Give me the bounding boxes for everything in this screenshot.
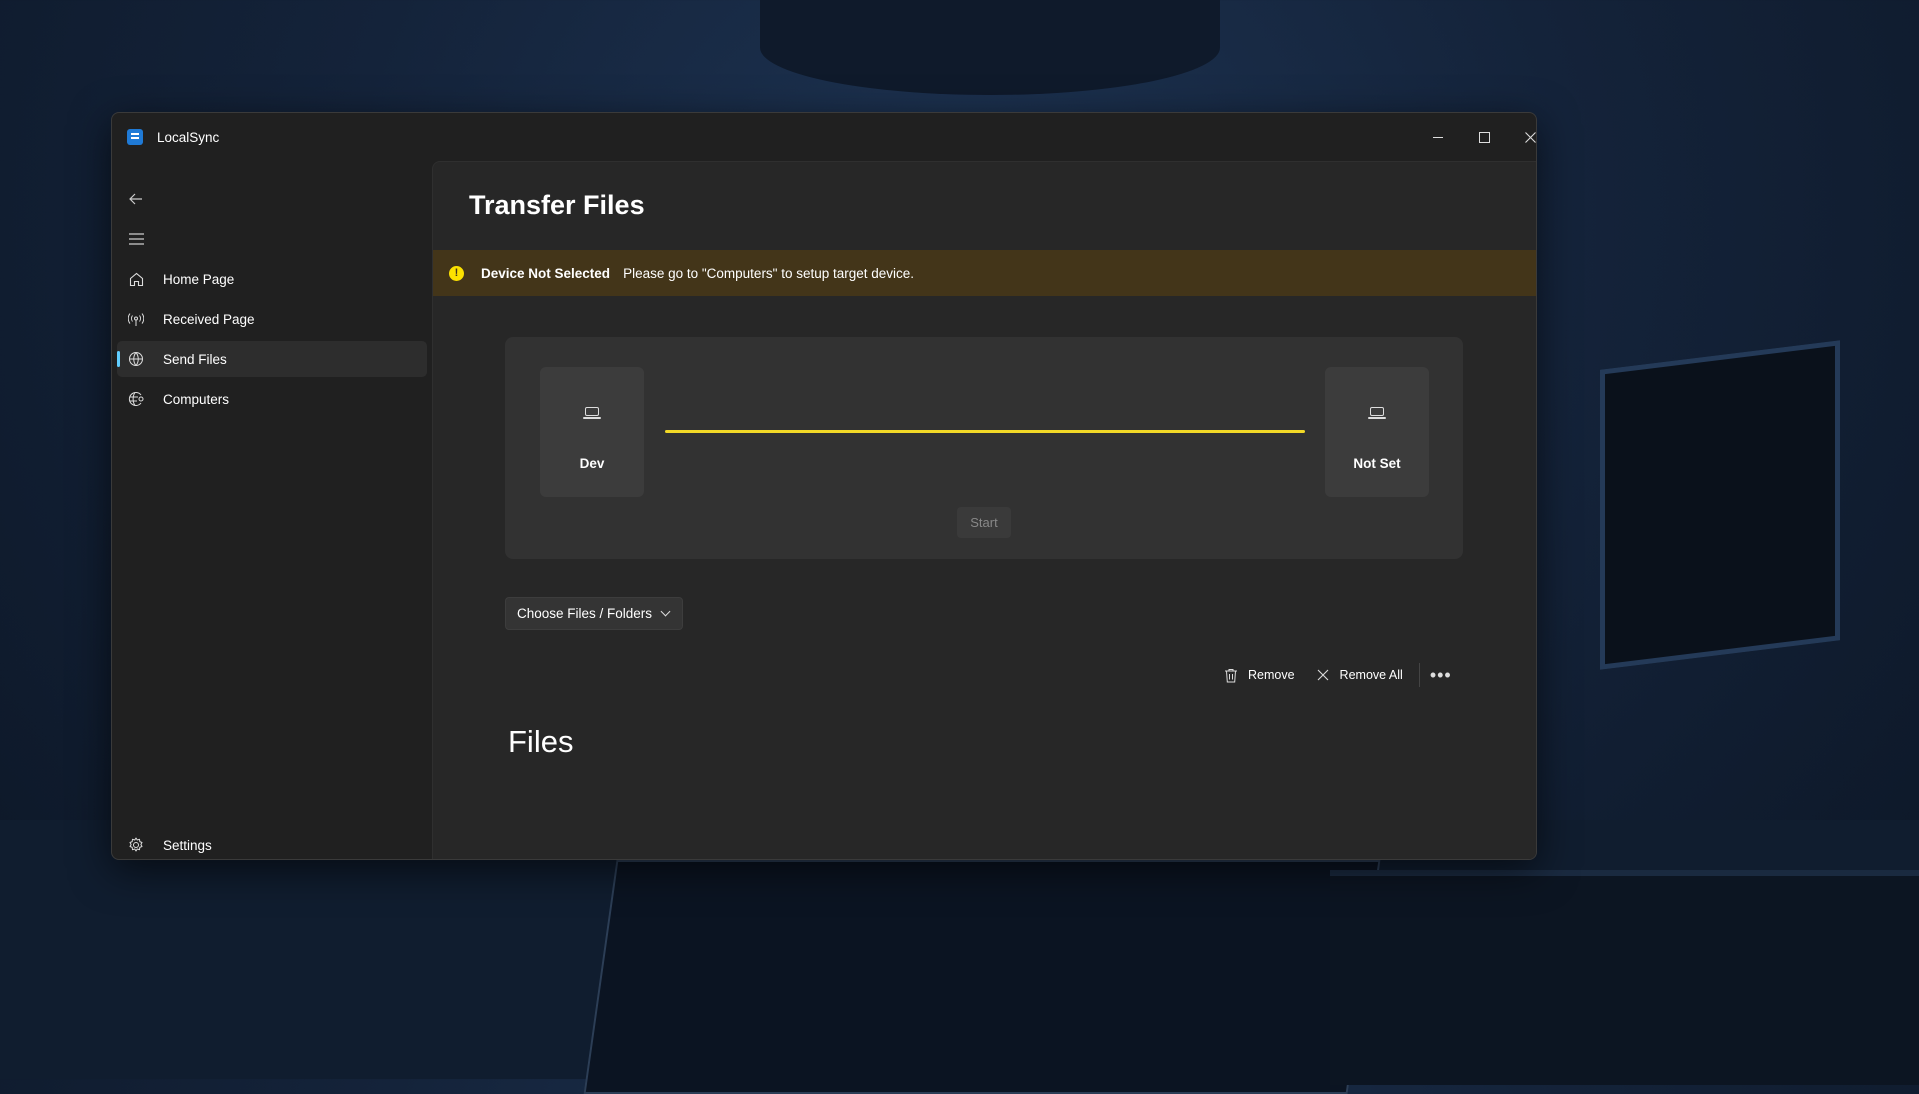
back-arrow-icon xyxy=(129,193,142,205)
info-bar-title: Device Not Selected xyxy=(481,265,611,281)
main-content: Transfer Files ! Device Not Selected Ple… xyxy=(432,161,1536,859)
app-window: LocalSync Home Page Received Page Send F… xyxy=(111,112,1537,860)
close-icon xyxy=(1524,131,1536,143)
start-button[interactable]: Start xyxy=(957,507,1011,538)
command-bar: Remove Remove All ••• xyxy=(1213,658,1456,692)
remove-all-button[interactable]: Remove All xyxy=(1305,658,1413,692)
sidebar-item-label: Computers xyxy=(163,391,230,407)
warning-info-bar: ! Device Not Selected Please go to "Comp… xyxy=(433,250,1536,296)
hamburger-icon xyxy=(128,233,144,245)
title-bar[interactable]: LocalSync xyxy=(112,113,1536,161)
laptop-icon xyxy=(1368,407,1386,420)
sidebar-item-settings[interactable]: Settings xyxy=(117,827,427,859)
background-bed xyxy=(1330,870,1919,1085)
background-picture-frame xyxy=(1600,340,1840,670)
navigation-pane: Home Page Received Page Send Files Compu… xyxy=(112,161,432,859)
more-options-button[interactable]: ••• xyxy=(1426,658,1456,692)
sidebar-item-received[interactable]: Received Page xyxy=(117,301,427,337)
background-lamp xyxy=(760,0,1220,95)
remove-label: Remove xyxy=(1248,668,1295,682)
target-device-name: Not Set xyxy=(1353,456,1401,471)
remove-button[interactable]: Remove xyxy=(1213,658,1305,692)
choose-files-label: Choose Files / Folders xyxy=(517,606,653,621)
target-device-card[interactable]: Not Set xyxy=(1325,367,1429,497)
choose-files-folders-dropdown[interactable]: Choose Files / Folders xyxy=(505,597,683,630)
broadcast-icon xyxy=(128,311,144,327)
background-rug xyxy=(583,860,1381,1094)
files-heading: Files xyxy=(508,724,574,759)
laptop-icon xyxy=(583,407,601,420)
sidebar-item-label: Received Page xyxy=(163,311,255,327)
minimize-button[interactable] xyxy=(1415,121,1461,153)
home-icon xyxy=(128,271,144,287)
chevron-down-icon xyxy=(660,606,671,617)
transfer-card: Dev Not Set Start xyxy=(505,337,1463,559)
network-globe-icon xyxy=(128,391,144,407)
app-title: LocalSync xyxy=(157,130,220,145)
info-bar-message: Please go to "Computers" to setup target… xyxy=(623,265,915,281)
maximize-icon xyxy=(1478,131,1490,143)
close-icon xyxy=(1315,667,1331,683)
warning-icon: ! xyxy=(449,265,464,281)
globe-icon xyxy=(128,351,144,367)
sidebar-item-label: Home Page xyxy=(163,271,235,287)
page-title: Transfer Files xyxy=(469,190,645,220)
sidebar-item-home[interactable]: Home Page xyxy=(117,261,427,297)
minimize-icon xyxy=(1433,136,1443,138)
sidebar-item-label: Send Files xyxy=(163,351,227,367)
sidebar-item-computers[interactable]: Computers xyxy=(117,381,427,417)
transfer-connection-line xyxy=(665,430,1305,433)
back-button[interactable] xyxy=(117,181,155,217)
remove-all-label: Remove All xyxy=(1339,668,1403,682)
trash-icon xyxy=(1223,667,1239,683)
sidebar-item-label: Settings xyxy=(163,837,212,853)
menu-toggle-button[interactable] xyxy=(117,221,155,257)
maximize-button[interactable] xyxy=(1461,121,1507,153)
source-device-card[interactable]: Dev xyxy=(540,367,644,497)
close-button[interactable] xyxy=(1507,121,1536,153)
source-device-name: Dev xyxy=(579,456,605,471)
command-bar-separator xyxy=(1418,663,1420,687)
app-logo-icon xyxy=(127,129,143,145)
gear-icon xyxy=(128,837,144,853)
sidebar-item-send-files[interactable]: Send Files xyxy=(117,341,427,377)
